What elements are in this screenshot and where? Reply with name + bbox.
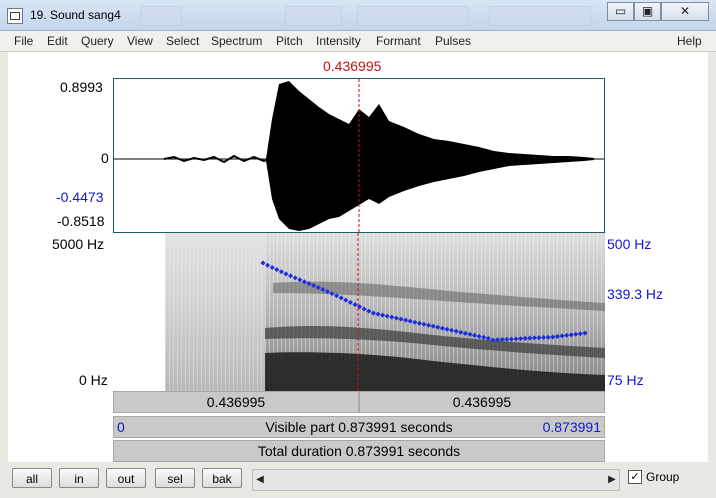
menu-pulses[interactable]: Pulses (435, 34, 471, 48)
visible-end-label: 0.873991 (542, 419, 601, 435)
waveform-graphic (114, 79, 604, 232)
horizontal-scrollbar[interactable]: ◀ ▶ (252, 469, 620, 491)
pitch-bottom-label: 75 Hz (607, 372, 644, 388)
spectrogram-panel[interactable] (113, 233, 605, 391)
maximize-button[interactable]: ▣ (634, 2, 661, 21)
menu-query[interactable]: Query (81, 34, 114, 48)
close-icon: ✕ (679, 4, 691, 18)
zoom-out-button[interactable]: out (106, 468, 146, 488)
background-ghost (489, 6, 591, 26)
waveform-zero-label: 0 (101, 150, 109, 166)
pitch-top-label: 500 Hz (607, 236, 652, 252)
all-button[interactable]: all (12, 468, 52, 488)
visible-part-label: Visible part 0.873991 seconds (265, 419, 453, 435)
scroll-right-icon[interactable]: ▶ (605, 470, 619, 490)
selection-right-time[interactable]: 0.436995 (359, 391, 605, 413)
background-ghost (357, 6, 469, 26)
menu-bar: File Edit Query View Select Spectrum Pit… (0, 31, 716, 52)
visible-part-bar[interactable]: 0 Visible part 0.873991 seconds 0.873991 (113, 416, 605, 438)
minimize-icon: ▭ (614, 4, 627, 18)
spectrogram-top-label: 5000 Hz (52, 236, 105, 252)
zoom-back-button[interactable]: bak (202, 468, 242, 488)
group-checkbox[interactable]: ✓ (628, 470, 642, 484)
bottom-toolbar: all in out sel bak ◀ ▶ (0, 463, 716, 498)
waveform-max-label: 0.8993 (60, 79, 103, 95)
visible-start-label: 0 (117, 419, 125, 435)
waveform-cursor-value-label: -0.4473 (56, 189, 104, 205)
background-ghost (285, 6, 342, 26)
title-bar[interactable]: 19. Sound sang4 ▭ ▣ ✕ (0, 0, 716, 31)
pitch-cursor-label: 339.3 Hz (607, 286, 664, 302)
window-title: 19. Sound sang4 (30, 8, 121, 22)
zoom-in-button[interactable]: in (59, 468, 99, 488)
menu-pitch[interactable]: Pitch (276, 34, 303, 48)
background-ghost (140, 6, 182, 26)
menu-view[interactable]: View (127, 34, 153, 48)
menu-select[interactable]: Select (166, 34, 199, 48)
praat-sound-window: 19. Sound sang4 ▭ ▣ ✕ File Edit Query Vi… (0, 0, 716, 498)
menu-formant[interactable]: Formant (376, 34, 421, 48)
menu-help[interactable]: Help (677, 34, 702, 48)
spectrogram-fricative (165, 233, 265, 391)
group-label: Group (646, 470, 680, 484)
zoom-selection-button[interactable]: sel (155, 468, 195, 488)
close-button[interactable]: ✕ (661, 2, 709, 21)
spectrogram-bottom-label: 0 Hz (79, 372, 108, 388)
waveform-envelope (266, 81, 594, 231)
waveform-min-label: -0.8518 (57, 213, 105, 229)
selection-left-time[interactable]: 0.436995 (113, 391, 359, 413)
cursor-time-label: 0.436995 (323, 58, 382, 74)
scroll-left-icon[interactable]: ◀ (253, 470, 267, 490)
total-duration-bar[interactable]: Total duration 0.873991 seconds (113, 440, 605, 462)
app-icon (7, 8, 23, 24)
spectrogram-graphic (165, 233, 605, 391)
maximize-icon: ▣ (641, 4, 654, 18)
menu-file[interactable]: File (14, 34, 33, 48)
menu-intensity[interactable]: Intensity (316, 34, 361, 48)
minimize-button[interactable]: ▭ (607, 2, 634, 21)
menu-spectrum[interactable]: Spectrum (211, 34, 262, 48)
waveform-panel[interactable] (113, 78, 605, 233)
menu-edit[interactable]: Edit (47, 34, 68, 48)
